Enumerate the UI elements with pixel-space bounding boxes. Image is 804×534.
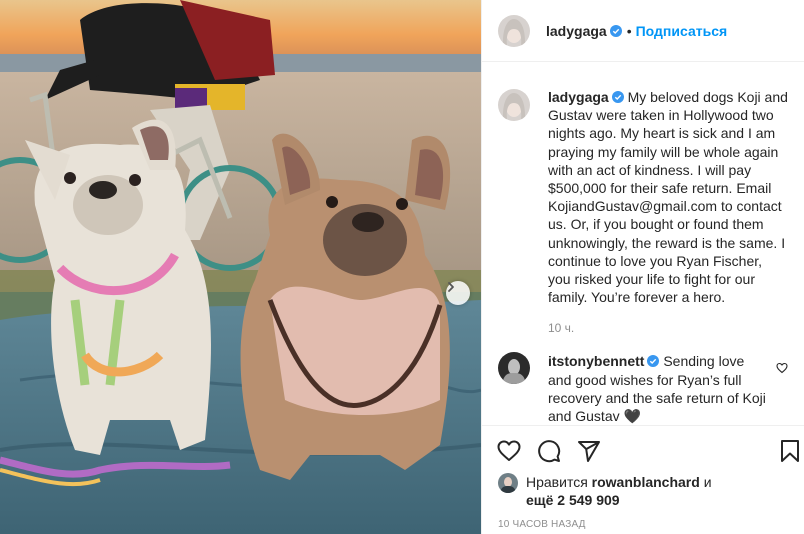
chevron-right-icon [448, 282, 454, 292]
likes-summary: Нравится rowanblanchard и ещё 2 549 909 [482, 473, 804, 509]
avatar-image [498, 89, 530, 121]
next-photo-button[interactable] [446, 281, 470, 305]
bookmark-icon [781, 440, 799, 462]
comment-icon [538, 440, 561, 463]
comment-username[interactable]: itstonybennett [548, 353, 644, 369]
share-button[interactable] [577, 439, 601, 463]
follow-button[interactable]: Подписаться [636, 23, 728, 39]
comments-list[interactable]: ladygaga My beloved dogs Koji and Gustav… [482, 63, 804, 425]
likes-and: и [703, 474, 712, 490]
comment-item: itstonybennett Sending love and good wis… [498, 352, 788, 425]
likes-prefix: Нравится [526, 474, 588, 490]
post-timestamp[interactable]: 10 ЧАСОВ НАЗАД [482, 519, 804, 530]
comment-button[interactable] [537, 439, 561, 463]
like-button[interactable] [497, 439, 521, 463]
likes-count-link[interactable]: ещё 2 549 909 [526, 492, 620, 508]
heart-icon [497, 440, 521, 461]
save-button[interactable] [778, 439, 802, 463]
comment-like-heart-icon[interactable] [776, 362, 788, 374]
author-avatar[interactable] [498, 14, 530, 47]
commenter-avatar[interactable] [498, 352, 530, 385]
avatar-image [498, 352, 530, 385]
separator-dot: • [626, 22, 632, 39]
action-icons [482, 426, 804, 476]
avatar-image [498, 473, 518, 493]
share-icon [578, 441, 600, 462]
verified-badge-icon [611, 91, 624, 103]
caption-text-block: ladygaga My beloved dogs Koji and Gustav… [548, 88, 788, 306]
caption-timestamp[interactable]: 10 ч. [548, 321, 788, 335]
caption-text: My beloved dogs Koji and Gustav were tak… [548, 89, 788, 306]
verified-badge-icon [647, 355, 660, 368]
post-header: ladygaga • Подписаться [482, 0, 804, 62]
avatar-image [498, 14, 530, 47]
post-photo[interactable] [0, 0, 481, 534]
post-actions: Нравится rowanblanchard и ещё 2 549 909 … [482, 425, 804, 534]
author-username[interactable]: ladygaga [546, 23, 622, 39]
photo-image [0, 0, 481, 534]
liker-avatar[interactable] [498, 473, 518, 493]
comment-text-block: itstonybennett Sending love and good wis… [548, 352, 768, 425]
post-side-panel: ladygaga • Подписаться ladygaga My belov… [481, 0, 804, 534]
liker-username[interactable]: rowanblanchard [592, 474, 700, 490]
verified-badge-icon [609, 24, 622, 37]
likes-text: Нравится rowanblanchard и ещё 2 549 909 [526, 473, 712, 509]
post-caption: ladygaga My beloved dogs Koji and Gustav… [498, 88, 788, 306]
caption-username[interactable]: ladygaga [548, 89, 609, 105]
caption-author-avatar[interactable] [498, 89, 530, 121]
